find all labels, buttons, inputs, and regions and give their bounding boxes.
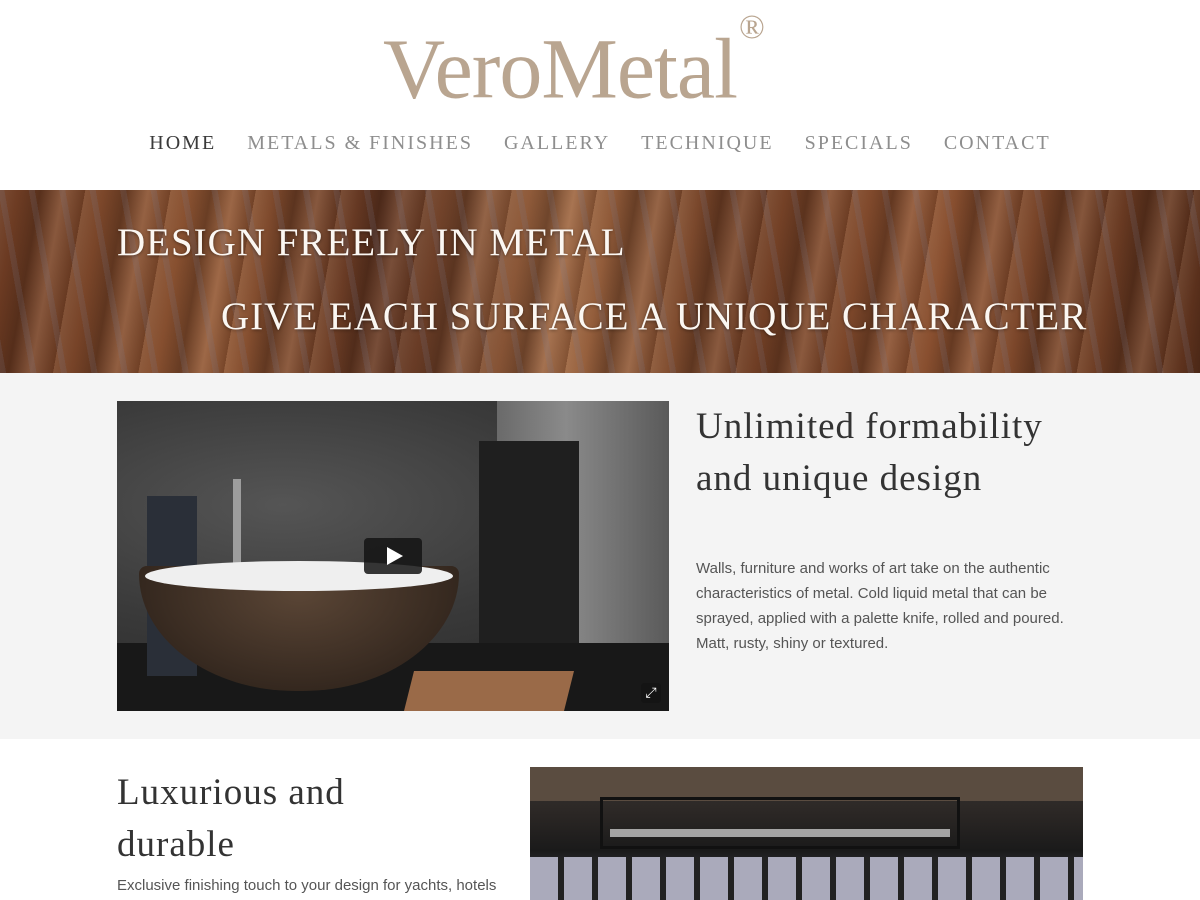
restaurant-photo	[530, 767, 1083, 900]
nav-item-specials[interactable]: SPECIALS	[805, 132, 913, 155]
play-button[interactable]	[364, 538, 422, 574]
nav-item-contact[interactable]: CONTACT	[944, 132, 1051, 155]
hero-headline: DESIGN FREELY IN METAL	[117, 221, 626, 264]
nav-item-gallery[interactable]: GALLERY	[504, 132, 610, 155]
section-description: Exclusive finishing touch to your design…	[117, 877, 497, 894]
section-title: Luxurious and durable	[117, 772, 345, 865]
hero-banner: DESIGN FREELY IN METAL GIVE EACH SURFACE…	[0, 190, 1200, 373]
nav-item-home[interactable]: HOME	[149, 132, 216, 155]
hero-subheadline: GIVE EACH SURFACE A UNIQUE CHARACTER	[221, 295, 1088, 338]
section-description: Walls, furniture and works of art take o…	[696, 560, 1064, 652]
fullscreen-icon: ⤢	[645, 685, 657, 701]
video-player[interactable]: ⤢	[117, 401, 669, 711]
photo-glass-shelf	[610, 829, 950, 837]
photo-windows	[530, 857, 1083, 900]
feature-section-luxurious: Luxurious and durable Exclusive finishin…	[0, 739, 1200, 900]
photo-ceiling	[530, 767, 1083, 801]
nav-item-technique[interactable]: TECHNIQUE	[641, 132, 773, 155]
registered-mark: ®	[738, 9, 765, 46]
fullscreen-button[interactable]: ⤢	[641, 683, 661, 703]
nav-item-metals-finishes[interactable]: METALS & FINISHES	[247, 132, 473, 155]
main-nav: HOME METALS & FINISHES GALLERY TECHNIQUE…	[0, 132, 1200, 155]
play-icon	[387, 547, 403, 565]
section-title: Unlimited formability and unique design	[696, 406, 1043, 499]
video-thumbnail-rug	[404, 671, 574, 711]
site-header: VeroMetal® HOME METALS & FINISHES GALLER…	[0, 0, 1200, 190]
brand-logo[interactable]: VeroMetal®	[383, 9, 765, 117]
photo-hanging-rack	[600, 797, 960, 849]
brand-name: VeroMetal	[383, 20, 738, 117]
video-thumbnail-pillar	[479, 441, 579, 661]
feature-section-formability: ⤢ Unlimited formability and unique desig…	[0, 373, 1200, 739]
